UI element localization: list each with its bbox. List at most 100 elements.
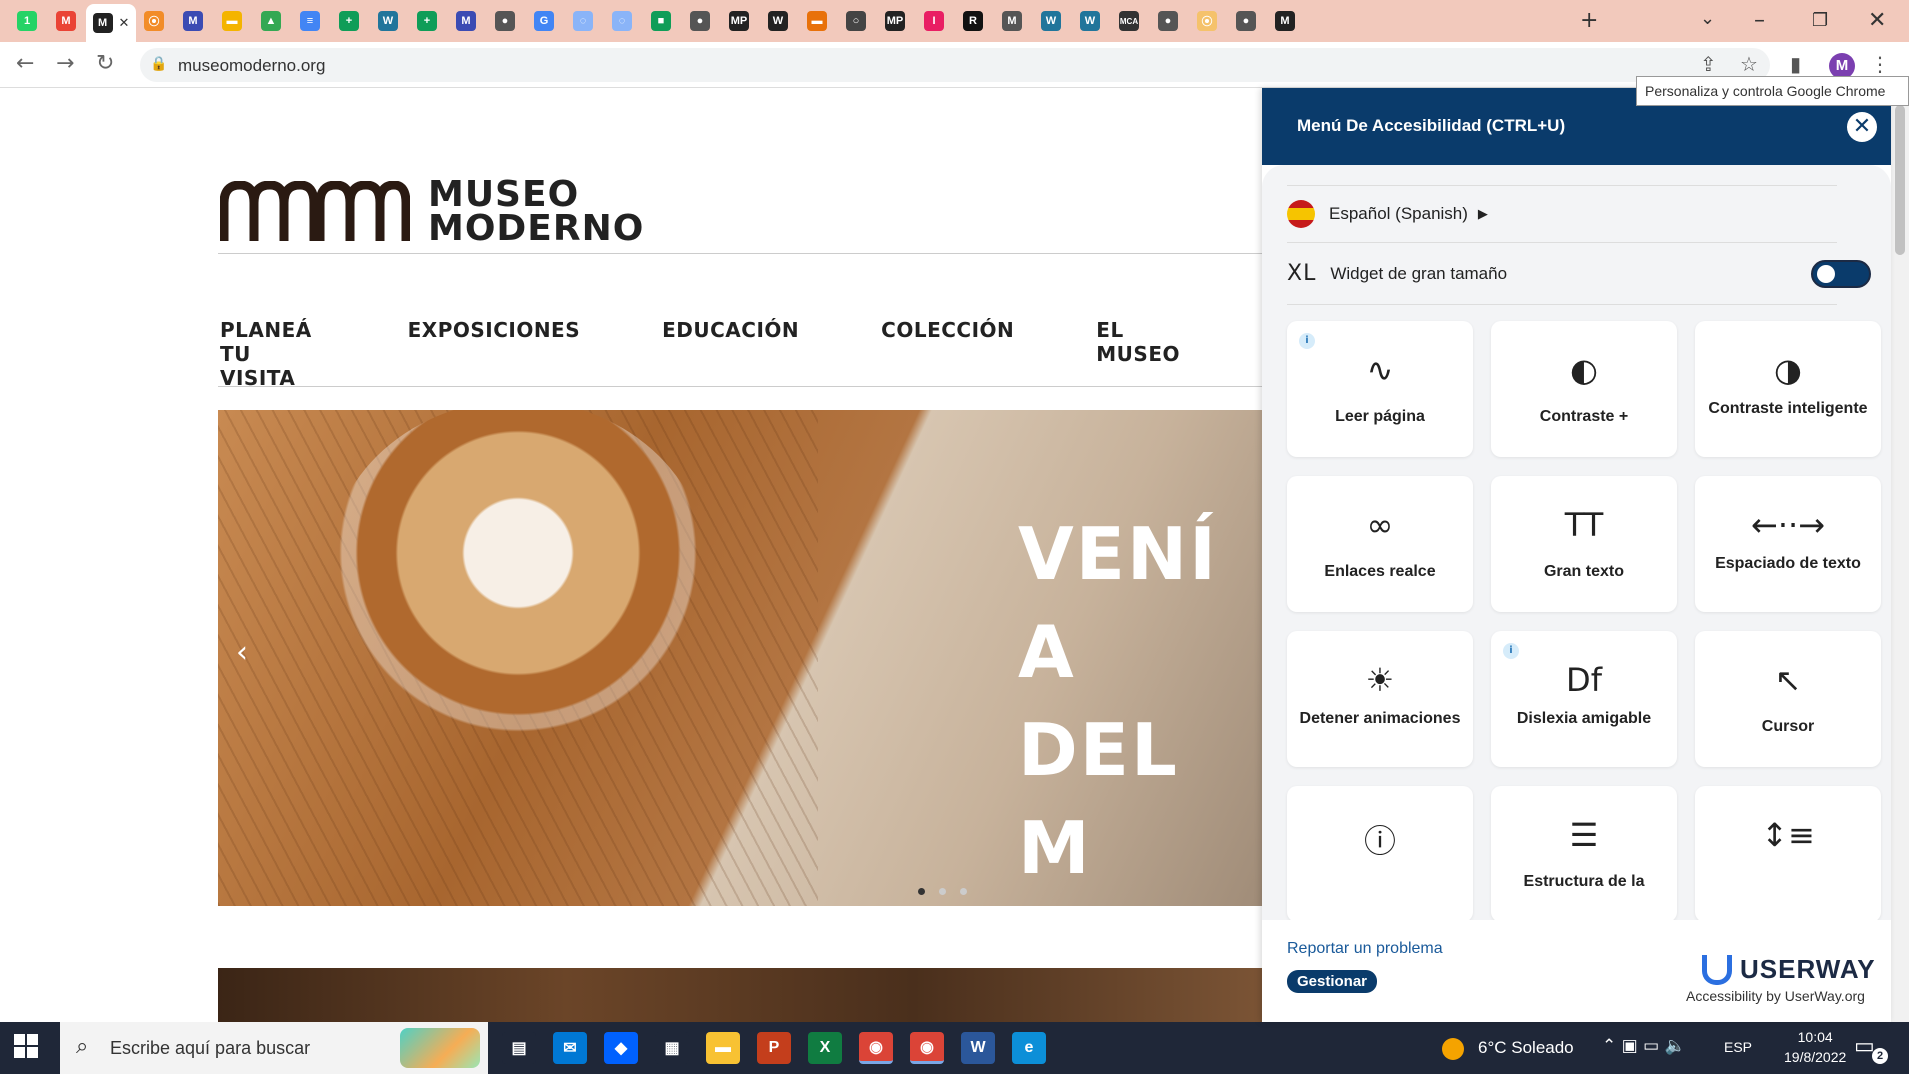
browser-tab[interactable]: M ✕ — [86, 4, 136, 42]
chrome-profile-icon[interactable]: ◉ — [910, 1032, 944, 1064]
reload-button[interactable]: ↻ — [96, 51, 114, 76]
browser-tab[interactable]: ● — [486, 6, 524, 36]
browser-tab[interactable]: ▬ — [213, 6, 251, 36]
accessibility-card[interactable]: TT Gran texto — [1491, 476, 1677, 612]
chrome-menu-icon[interactable]: ⋮ — [1870, 52, 1890, 76]
browser-tab[interactable]: + — [408, 6, 446, 36]
minimize-button[interactable]: – — [1754, 8, 1765, 33]
browser-tab[interactable]: ▬ — [798, 6, 836, 36]
accessibility-card[interactable]: ↖ Cursor — [1695, 631, 1881, 767]
browser-tab[interactable]: R — [954, 6, 992, 36]
browser-tab[interactable]: M — [1266, 6, 1304, 36]
edge-icon[interactable]: e — [1012, 1032, 1046, 1064]
close-icon[interactable]: ✕ — [1847, 112, 1877, 142]
side-panel-icon[interactable]: ▮ — [1790, 52, 1801, 76]
nav-exposiciones[interactable]: EXPOSICIONES — [408, 318, 581, 390]
browser-tab[interactable]: M — [993, 6, 1031, 36]
manage-button[interactable]: Gestionar — [1287, 970, 1378, 993]
carousel-dot[interactable] — [960, 888, 967, 895]
nav-el-museo[interactable]: EL MUSEO — [1096, 318, 1180, 390]
powerpoint-icon[interactable]: P — [757, 1032, 791, 1064]
browser-tab[interactable]: W — [759, 6, 797, 36]
accessibility-card[interactable]: ←··→ Espaciado de texto — [1695, 476, 1881, 612]
browser-tab[interactable]: 1 — [8, 6, 46, 36]
browser-tab[interactable]: G — [525, 6, 563, 36]
drive-icon: ▲ — [261, 11, 281, 31]
tray-icons[interactable]: ⌃ ▣ ▭ 🔈 — [1602, 1036, 1686, 1056]
excel-icon[interactable]: X — [808, 1032, 842, 1064]
report-problem-link[interactable]: Reportar un problema — [1287, 940, 1443, 958]
task-view-icon[interactable]: ▤ — [502, 1032, 536, 1064]
weather-text[interactable]: 6°C Soleado — [1478, 1038, 1574, 1058]
sun-icon[interactable] — [1442, 1038, 1464, 1060]
accessibility-card[interactable]: i Df Dislexia amigable — [1491, 631, 1677, 767]
forward-button[interactable]: → — [56, 51, 74, 76]
xl-widget-toggle[interactable] — [1811, 260, 1871, 288]
carousel-prev-chevron-icon[interactable]: ‹ — [236, 635, 248, 670]
nav-educacion[interactable]: EDUCACIÓN — [662, 318, 799, 390]
taskbar-search-input[interactable]: Escribe aquí para buscar — [110, 1038, 310, 1059]
site-logo[interactable]: MUSEO MODERNO — [220, 177, 644, 247]
info-icon[interactable]: i — [1299, 333, 1315, 349]
nav-coleccion[interactable]: COLECCIÓN — [881, 318, 1014, 390]
browser-tab[interactable]: MCA — [1110, 6, 1148, 36]
browser-tab[interactable]: ▲ — [252, 6, 290, 36]
word-icon[interactable]: W — [961, 1032, 995, 1064]
browser-tab[interactable]: W — [369, 6, 407, 36]
nav-planea-tu-visita[interactable]: PLANEÁ TU VISITA — [220, 318, 326, 390]
browser-tab[interactable]: M — [47, 6, 85, 36]
browser-tab[interactable]: W — [1071, 6, 1109, 36]
browser-tab[interactable]: ◌ — [603, 6, 641, 36]
browser-tab[interactable]: ◌ — [564, 6, 602, 36]
carousel-dot[interactable] — [939, 888, 946, 895]
carousel-dot[interactable] — [918, 888, 925, 895]
browser-tab[interactable]: I — [915, 6, 953, 36]
browser-tab[interactable]: ○ — [837, 6, 875, 36]
accessibility-card[interactable]: ☀ Detener animaciones — [1287, 631, 1473, 767]
scrollbar-thumb[interactable] — [1895, 105, 1905, 255]
browser-tab[interactable]: ● — [1227, 6, 1265, 36]
info-icon[interactable]: i — [1503, 643, 1519, 659]
new-tab-button[interactable]: + — [1580, 8, 1598, 33]
browser-tab[interactable]: MP — [720, 6, 758, 36]
chrome-icon[interactable]: ◉ — [859, 1032, 893, 1064]
browser-tab[interactable]: MP — [876, 6, 914, 36]
close-window-button[interactable]: ✕ — [1868, 8, 1886, 33]
address-bar[interactable] — [140, 48, 1770, 82]
taskbar-search[interactable]: ⌕ Escribe aquí para buscar — [60, 1022, 488, 1074]
browser-tab[interactable]: ● — [681, 6, 719, 36]
browser-tab[interactable]: W — [1032, 6, 1070, 36]
tab-search-chevron-icon[interactable]: ⌄ — [1700, 8, 1715, 29]
gmail-icon: M — [56, 11, 76, 31]
maximize-button[interactable]: ❐ — [1812, 10, 1828, 31]
store-icon[interactable]: ▦ — [655, 1032, 689, 1064]
browser-tab[interactable]: ⦿ — [135, 6, 173, 36]
browser-tab[interactable]: + — [330, 6, 368, 36]
browser-tab[interactable]: ⦿ — [1188, 6, 1226, 36]
accessibility-card[interactable]: i ∿ Leer página — [1287, 321, 1473, 457]
browser-tab[interactable]: M — [447, 6, 485, 36]
language-selector[interactable]: Español (Spanish) ▶ — [1287, 185, 1837, 243]
windows-start-icon[interactable] — [14, 1034, 38, 1058]
mail-icon[interactable]: ✉ — [553, 1032, 587, 1064]
browser-tab[interactable]: ■ — [642, 6, 680, 36]
close-tab-icon[interactable]: ✕ — [119, 16, 130, 31]
accessibility-card[interactable]: ⓘ — [1287, 786, 1473, 920]
accessibility-card[interactable]: ◑ Contraste inteligente — [1695, 321, 1881, 457]
browser-tab[interactable]: M — [174, 6, 212, 36]
accessibility-card[interactable]: ☰ Estructura de la — [1491, 786, 1677, 920]
browser-tab[interactable]: ≡ — [291, 6, 329, 36]
url-text[interactable]: museomoderno.org — [178, 56, 325, 76]
userway-logo[interactable]: USERWAY — [1702, 954, 1876, 985]
back-button[interactable]: ← — [16, 51, 34, 76]
file-explorer-icon[interactable]: ▬ — [706, 1032, 740, 1064]
browser-tab[interactable]: ● — [1149, 6, 1187, 36]
dropbox-icon[interactable]: ◆ — [604, 1032, 638, 1064]
bookmark-star-icon[interactable]: ☆ — [1740, 52, 1758, 76]
accessibility-card[interactable]: ∞ Enlaces realce — [1287, 476, 1473, 612]
input-language[interactable]: ESP — [1724, 1039, 1752, 1055]
share-icon[interactable]: ⇪ — [1700, 52, 1717, 76]
clock[interactable]: 10:04 19/8/2022 — [1784, 1027, 1846, 1067]
accessibility-card[interactable]: ↕≡ — [1695, 786, 1881, 920]
accessibility-card[interactable]: ◐ Contraste + — [1491, 321, 1677, 457]
